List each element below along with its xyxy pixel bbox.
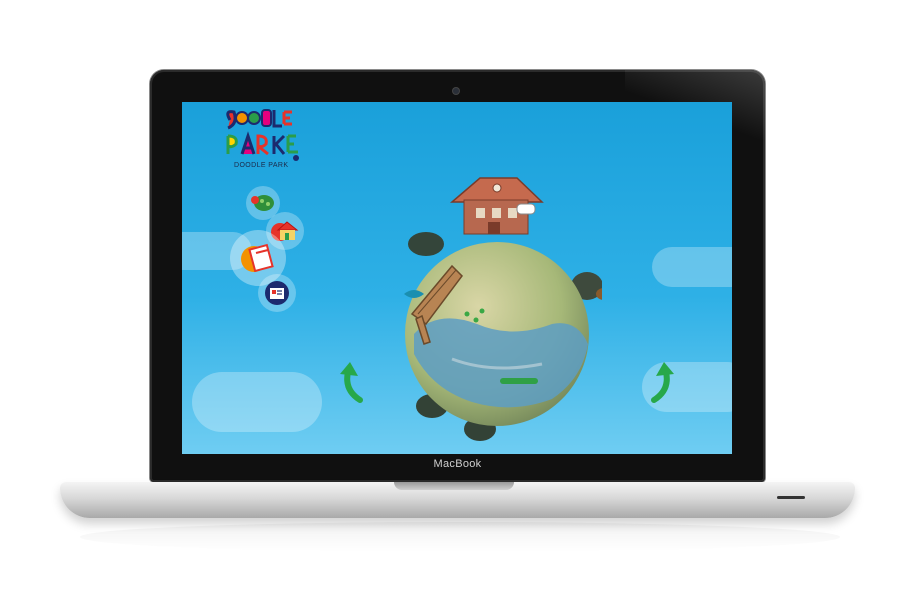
doodle-park-logo[interactable]: DOODLE PARK <box>222 106 312 169</box>
lid-opening-notch <box>394 482 514 490</box>
doodle-park-logo-icon <box>226 109 299 161</box>
logo-label: DOODLE PARK <box>234 162 289 169</box>
nav-card-button[interactable] <box>258 274 296 312</box>
tortoise-icon <box>251 195 274 211</box>
laptop-brand-label: MacBook <box>433 458 482 470</box>
sleep-indicator-led <box>777 496 805 499</box>
doodle-park-planet[interactable] <box>392 174 602 454</box>
curved-arrow-right-icon[interactable] <box>644 360 684 406</box>
camera-icon <box>453 88 459 94</box>
cloud <box>192 372 322 432</box>
cloud <box>652 247 732 287</box>
laptop-base <box>60 482 855 518</box>
laptop-reflection <box>80 522 840 552</box>
notebook-icon <box>241 243 274 273</box>
card-icon <box>265 281 289 305</box>
app-screen: DOODLE PARK <box>182 102 732 454</box>
curved-arrow-left-icon[interactable] <box>330 360 370 406</box>
macbook-laptop: MacBook DOODLE PARK <box>0 0 920 600</box>
